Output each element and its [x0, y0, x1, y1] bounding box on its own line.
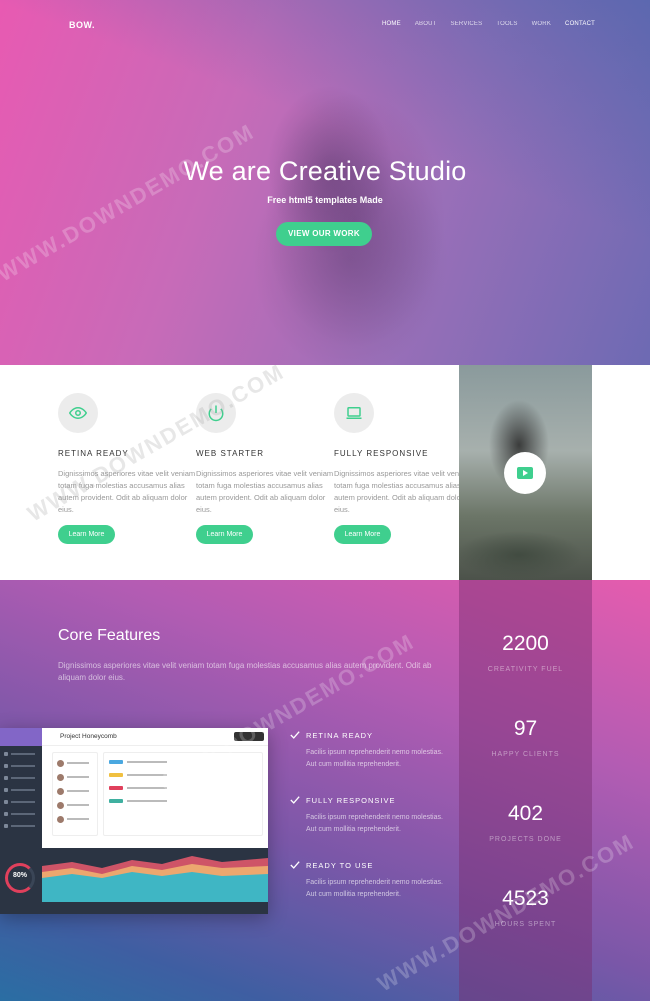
feature-text: Dignissimos asperiores vitae velit venia… — [58, 469, 196, 514]
stat-label: HOURS SPENT — [494, 921, 557, 928]
feature-title: RETINA READY — [58, 449, 129, 458]
member-row — [57, 759, 93, 767]
sidebar-row — [4, 821, 38, 830]
sidebar-row — [4, 773, 38, 782]
check-icon — [290, 861, 300, 869]
feature-title: WEB STARTER — [196, 449, 265, 458]
eye-icon — [69, 406, 87, 420]
nav-tools[interactable]: TOOLS — [496, 21, 517, 27]
stat-value: 2200 — [502, 632, 549, 655]
stat-value: 402 — [507, 802, 544, 825]
features-section: RETINA READY Dignissimos asperiores vita… — [0, 365, 471, 580]
task-row — [109, 784, 257, 792]
core-features-section: Core Features Dignissimos asperiores vit… — [0, 580, 650, 1001]
dashboard-sidebar: 80% — [0, 728, 42, 914]
sidebar-row — [4, 749, 38, 758]
core-title: Core Features — [58, 627, 161, 644]
feature-icon-circle — [334, 393, 374, 433]
video-icon — [517, 467, 533, 479]
core-feature-text: Facilis ipsum reprehenderit nemo molesti… — [306, 814, 443, 833]
core-feature-item: READY TO USE Facilis ipsum reprehenderit… — [290, 860, 450, 901]
nav-about[interactable]: ABOUT — [415, 21, 437, 27]
sidebar-header — [0, 728, 42, 746]
sidebar-row — [4, 797, 38, 806]
sidebar-row — [4, 761, 38, 770]
nav-services[interactable]: SERVICES — [450, 21, 482, 27]
task-row — [109, 758, 257, 766]
learn-more-button[interactable]: Learn More — [334, 525, 391, 544]
feature-icon-circle — [58, 393, 98, 433]
dashboard-top-button — [234, 732, 264, 741]
member-row — [57, 815, 93, 823]
feature-icon-circle — [196, 393, 236, 433]
core-feature-title: FULLY RESPONSIVE — [306, 795, 396, 805]
core-feature-title: RETINA READY — [306, 730, 374, 740]
video-play-button[interactable] — [504, 452, 546, 494]
feature-card: FULLY RESPONSIVE Dignissimos asperiores … — [334, 393, 474, 544]
hero-section: BOW. HOME ABOUT SERVICES TOOLS WORK CONT… — [0, 0, 650, 365]
core-feature-text: Facilis ipsum reprehenderit nemo molesti… — [306, 749, 443, 768]
core-feature-item: RETINA READY Facilis ipsum reprehenderit… — [290, 730, 450, 771]
feature-text: Dignissimos asperiores vitae velit venia… — [334, 469, 472, 514]
power-icon — [208, 405, 224, 422]
feature-card: RETINA READY Dignissimos asperiores vita… — [58, 393, 198, 544]
logo[interactable]: BOW. — [69, 20, 95, 30]
feature-text: Dignissimos asperiores vitae velit venia… — [196, 469, 334, 514]
main-nav: HOME ABOUT SERVICES TOOLS WORK CONTACT — [382, 21, 609, 27]
stat-value: 97 — [513, 717, 538, 740]
dashboard-member-list — [52, 752, 98, 836]
task-row — [109, 797, 257, 805]
dashboard-task-list — [103, 752, 263, 836]
check-icon — [290, 796, 300, 804]
nav-home[interactable]: HOME — [382, 21, 401, 27]
laptop-icon — [346, 407, 362, 419]
learn-more-button[interactable]: Learn More — [196, 525, 253, 544]
stat-value: 4523 — [502, 887, 549, 910]
core-feature-item: FULLY RESPONSIVE Facilis ipsum reprehend… — [290, 795, 450, 836]
learn-more-button[interactable]: Learn More — [58, 525, 115, 544]
sidebar-row — [4, 809, 38, 818]
task-row — [109, 771, 257, 779]
stat-item: 2200 CREATIVITY FUEL — [459, 632, 592, 673]
feature-card: WEB STARTER Dignissimos asperiores vitae… — [196, 393, 336, 544]
view-work-button[interactable]: VIEW OUR WORK — [276, 222, 372, 246]
stat-label: PROJECTS DONE — [489, 836, 562, 843]
nav-contact[interactable]: CONTACT — [565, 21, 595, 27]
member-row — [57, 773, 93, 781]
member-row — [57, 787, 93, 795]
core-feature-text: Facilis ipsum reprehenderit nemo molesti… — [306, 879, 443, 898]
feature-title: FULLY RESPONSIVE — [334, 449, 429, 458]
stat-item: 402 PROJECTS DONE — [459, 802, 592, 843]
core-feature-title: READY TO USE — [306, 860, 374, 870]
hero-title: We are Creative Studio — [183, 156, 467, 186]
sidebar-row — [4, 785, 38, 794]
stats-panel: 2200 CREATIVITY FUEL 97 HAPPY CLIENTS 40… — [459, 580, 592, 1001]
hero-subtitle: Free html5 templates Made — [267, 195, 383, 205]
progress-percent: 80% — [12, 872, 27, 879]
stat-label: HAPPY CLIENTS — [491, 751, 560, 758]
member-row — [57, 801, 93, 809]
check-icon — [290, 731, 300, 739]
spacer — [592, 365, 650, 580]
stat-item: 4523 HOURS SPENT — [459, 887, 592, 928]
stat-label: CREATIVITY FUEL — [487, 666, 564, 673]
dashboard-area-chart — [42, 848, 268, 914]
dashboard-mockup: 80% Project Honeycomb — [0, 728, 268, 914]
project-title: Project Honeycomb — [60, 733, 117, 740]
nav-work[interactable]: WORK — [532, 21, 551, 27]
stat-item: 97 HAPPY CLIENTS — [459, 717, 592, 758]
core-description: Dignissimos asperiores vitae velit venia… — [58, 661, 432, 682]
skateboard-photo — [459, 365, 592, 580]
